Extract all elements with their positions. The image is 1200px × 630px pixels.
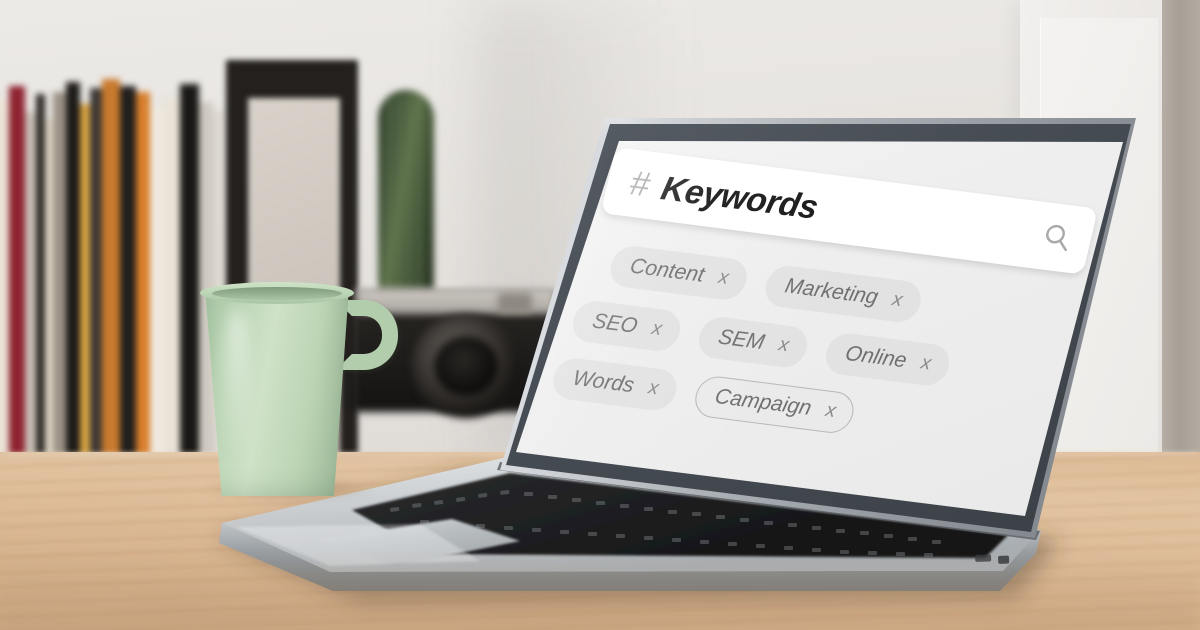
keyword-search-app: # Keywords Content x Marketing x SEO x SEM x Onl… [520,142,1129,587]
desk-scene: # Keywords Content x Marketing x SEO x SEM x Onl… [0,0,1200,630]
keyword-tag-list: Content x Marketing x SEO x SEM x Online x Words x C… [549,241,1090,479]
keyword-tag-words[interactable]: Words x [549,356,681,413]
desk-foreground-blur [0,556,1200,630]
search-input[interactable]: Keywords [658,168,822,225]
keyword-tag-label: Content [627,254,707,287]
keyword-tag-label: SEO [590,309,640,338]
keyword-tag-remove-icon[interactable]: x [776,334,791,357]
keyword-tag-online[interactable]: Online x [821,331,954,388]
keyword-tag-remove-icon[interactable]: x [823,400,838,423]
keyword-tag-content[interactable]: Content x [606,243,752,303]
keyword-tag-remove-icon[interactable]: x [646,377,660,400]
coffee-mug [196,278,426,500]
keyword-tag-remove-icon[interactable]: x [890,289,904,312]
keyword-tag-remove-icon[interactable]: x [919,352,933,375]
keyword-tag-label: SEM [715,325,767,355]
keyword-tag-label: Campaign [712,384,814,420]
mug-interior [212,287,342,300]
keyword-tag-label: Words [570,366,637,398]
keyword-tag-marketing[interactable]: Marketing x [761,263,925,325]
laptop-lid: # Keywords Content x Marketing x SEO x SEM x Onl… [497,112,1142,544]
mug-highlight [224,312,250,462]
search-icon[interactable] [1039,221,1076,255]
keyword-tag-sem[interactable]: SEM x [694,314,812,370]
hashtag-icon: # [625,163,654,205]
keyword-tag-seo[interactable]: SEO x [568,298,685,354]
keyword-tag-remove-icon[interactable]: x [649,318,664,341]
keyword-tag-label: Marketing [782,274,881,309]
keyword-tag-remove-icon[interactable]: x [716,267,730,290]
keyword-tag-campaign[interactable]: Campaign x [691,374,859,436]
keyword-tag-label: Online [842,341,910,373]
